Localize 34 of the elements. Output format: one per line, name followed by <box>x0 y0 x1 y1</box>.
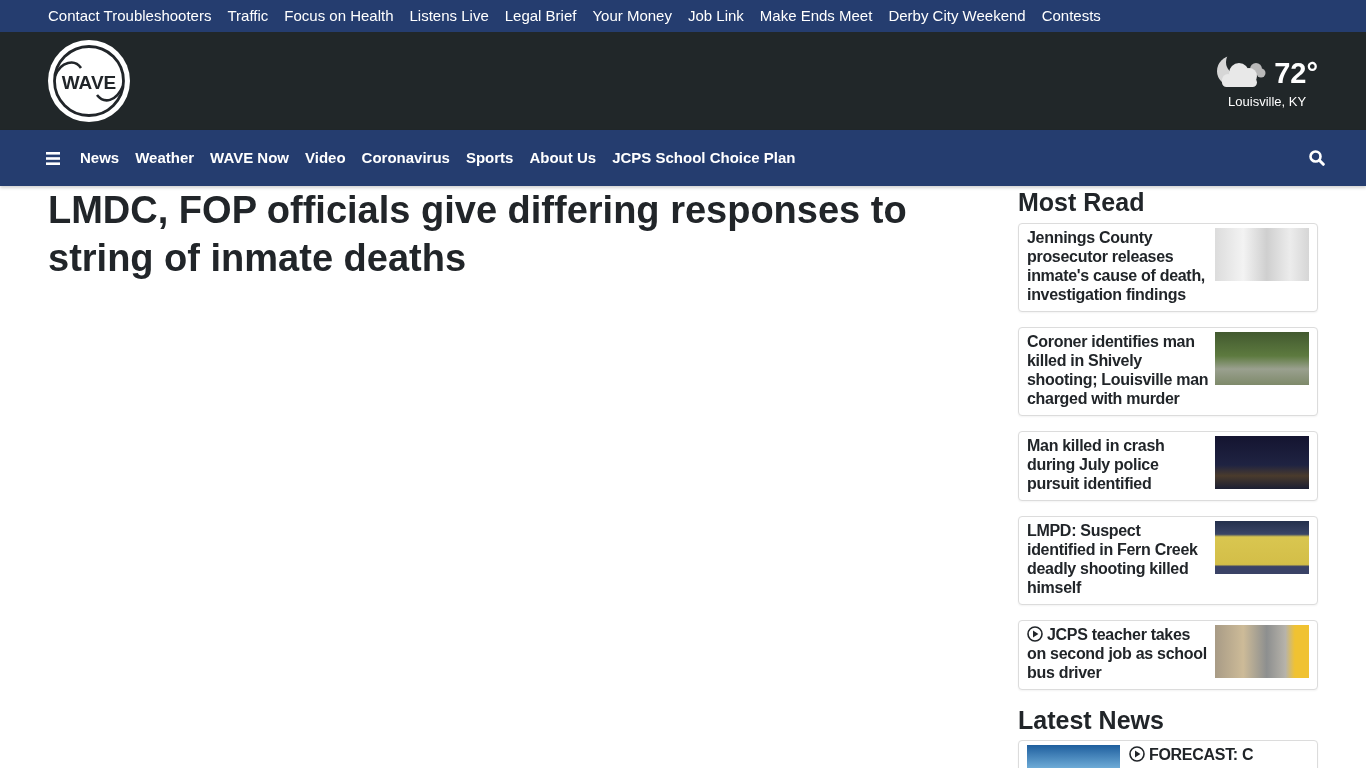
top-link[interactable]: Traffic <box>227 6 269 26</box>
top-link[interactable]: Listens Live <box>409 6 489 26</box>
nav-link[interactable]: Coronavirus <box>361 148 450 168</box>
search-icon <box>1309 150 1325 166</box>
top-link[interactable]: Your Money <box>592 6 672 26</box>
search-button[interactable] <box>1309 150 1325 166</box>
story-headline-link[interactable]: Coroner identifies man killed in Shively shooting; Louisville man charged with murder <box>1027 332 1309 408</box>
temperature-reading: 72° <box>1274 57 1318 89</box>
section-heading: Latest News <box>1018 705 1165 735</box>
nav-link[interactable]: About Us <box>529 148 597 168</box>
story-headline-link[interactable]: FORECAST: C <box>1027 745 1309 764</box>
story-headline-link[interactable]: JCPS teacher takes on second job as school bus driver <box>1027 625 1309 682</box>
top-link[interactable]: Legal Brief <box>504 6 577 26</box>
story-headline-link[interactable]: Jennings County prosecutor releases inmate's cause of death, investigation findings <box>1027 228 1309 304</box>
nav-link[interactable]: Sports <box>465 148 514 168</box>
section-heading: Most Read <box>1018 187 1146 217</box>
nav-link[interactable]: Weather <box>135 148 195 168</box>
logo[interactable]: WAVE <box>48 40 130 122</box>
article-headline: LMDC, FOP officials give differing responses to string of inmate deaths <box>48 188 908 281</box>
top-link[interactable]: Job Link <box>687 6 744 26</box>
top-link[interactable]: Derby City Weekend <box>888 6 1026 26</box>
location-label: Louisville, KY <box>1228 94 1307 110</box>
nav-link[interactable]: WAVE Now <box>210 148 289 168</box>
top-link[interactable]: Contact Troubleshooters <box>48 6 212 26</box>
nav-link[interactable]: Video <box>305 148 346 168</box>
story-headline-link[interactable]: LMPD: Suspect identified in Fern Creek deadly shooting killed himself <box>1027 521 1309 597</box>
top-link[interactable]: Focus on Health <box>284 6 394 26</box>
menu-icon <box>46 151 60 165</box>
nav-link[interactable]: JCPS School Choice Plan <box>612 148 796 168</box>
top-link[interactable]: Make Ends Meet <box>759 6 873 26</box>
menu-button[interactable] <box>46 151 60 165</box>
top-link[interactable]: Contests <box>1041 6 1101 26</box>
story-headline-link[interactable]: Man killed in crash during July police pursuit identified <box>1027 436 1309 493</box>
nav-link[interactable]: News <box>80 148 120 168</box>
